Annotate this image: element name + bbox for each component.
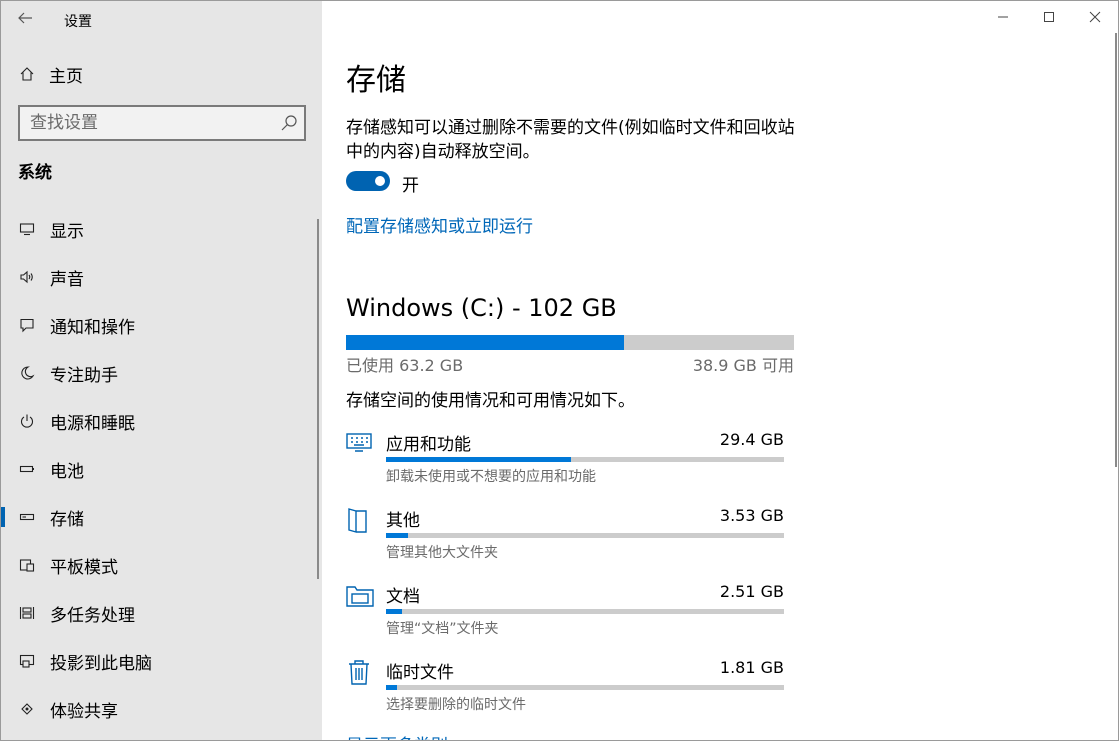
home-nav-item[interactable]: 主页 <box>1 57 322 91</box>
sidebar-item-focus-assist[interactable]: 专注助手 <box>1 349 322 397</box>
category-size: 3.53 GB <box>719 506 784 525</box>
category-name: 文档 <box>386 587 420 607</box>
search-box[interactable] <box>18 105 306 141</box>
sidebar-item-label: 多任务处理 <box>50 605 135 626</box>
category-description: 选择要删除的临时文件 <box>386 697 526 713</box>
projector-icon <box>17 651 37 671</box>
storage-icon <box>17 507 37 527</box>
drive-usage-bar <box>346 335 794 350</box>
toggle-state-label: 开 <box>402 176 419 196</box>
search-icon[interactable] <box>280 114 298 132</box>
category-size: 2.51 GB <box>719 582 784 601</box>
sidebar-item-shared-experiences[interactable]: 体验共享 <box>1 685 322 733</box>
section-title: 系统 <box>18 163 52 183</box>
sidebar-item-label: 存储 <box>50 509 84 530</box>
category-usage-fill <box>386 685 398 690</box>
sidebar: 设置 主页 系统 显示 <box>1 1 322 740</box>
category-size: 1.81 GB <box>719 658 784 677</box>
main-scrollbar[interactable] <box>1115 33 1117 467</box>
title-bar: 设置 <box>1 1 322 41</box>
home-label: 主页 <box>49 66 83 87</box>
sidebar-item-label: 体验共享 <box>50 701 118 722</box>
category-apps[interactable]: 应用和功能 29.4 GB 卸载未使用或不想要的应用和功能 <box>346 430 786 490</box>
speaker-icon <box>17 267 37 287</box>
nav-list: 显示 声音 通知和操作 专注助手 电源和睡眠 电池 存储 平板模式 多任务处理 … <box>1 205 322 733</box>
configure-storage-sense-link[interactable]: 配置存储感知或立即运行 <box>346 212 533 237</box>
category-name: 应用和功能 <box>386 435 471 455</box>
drive-title: Windows (C:) - 102 GB <box>346 294 617 322</box>
sidebar-scrollbar[interactable] <box>317 219 319 579</box>
sidebar-item-display[interactable]: 显示 <box>1 205 322 253</box>
category-other[interactable]: 其他 3.53 GB 管理其他大文件夹 <box>346 506 786 566</box>
documents-icon <box>346 582 374 610</box>
sidebar-item-label: 电源和睡眠 <box>50 413 135 434</box>
sidebar-item-label: 通知和操作 <box>50 317 135 338</box>
free-space-label: 38.9 GB 可用 <box>692 356 794 375</box>
back-arrow-icon <box>18 12 32 24</box>
battery-icon <box>17 459 37 479</box>
category-description: 管理其他大文件夹 <box>386 545 498 561</box>
notification-icon <box>17 315 37 335</box>
category-usage-bar <box>386 533 784 538</box>
category-usage-bar <box>386 609 784 614</box>
sidebar-item-notifications[interactable]: 通知和操作 <box>1 301 322 349</box>
sidebar-item-label: 平板模式 <box>50 557 118 578</box>
sidebar-item-multitasking[interactable]: 多任务处理 <box>1 589 322 637</box>
category-name: 其他 <box>386 511 420 531</box>
sidebar-item-power-sleep[interactable]: 电源和睡眠 <box>1 397 322 445</box>
search-input[interactable] <box>20 107 270 139</box>
toggle-knob <box>375 176 385 186</box>
category-temporary-files[interactable]: 临时文件 1.81 GB 选择要删除的临时文件 <box>346 658 786 718</box>
category-description: 管理“文档”文件夹 <box>386 621 499 637</box>
category-usage-fill <box>386 609 402 614</box>
sidebar-item-label: 显示 <box>50 221 84 242</box>
usage-description: 存储空间的使用情况和可用情况如下。 <box>346 391 635 411</box>
sidebar-item-sound[interactable]: 声音 <box>1 253 322 301</box>
sidebar-item-battery[interactable]: 电池 <box>1 445 322 493</box>
home-icon <box>17 64 37 84</box>
main-content: 存储 存储感知可以通过删除不需要的文件(例如临时文件和回收站中的内容)自动释放空… <box>346 1 1106 740</box>
show-more-categories-link[interactable]: 显示更多类别 <box>346 731 448 740</box>
settings-window: 设置 主页 系统 显示 <box>0 0 1119 741</box>
category-documents[interactable]: 文档 2.51 GB 管理“文档”文件夹 <box>346 582 786 642</box>
drive-usage-fill <box>346 335 624 350</box>
storage-sense-description: 存储感知可以通过删除不需要的文件(例如临时文件和回收站中的内容)自动释放空间。 <box>346 118 795 162</box>
multitask-icon <box>17 603 37 623</box>
sidebar-item-label: 投影到此电脑 <box>50 653 152 674</box>
power-icon <box>17 411 37 431</box>
category-usage-fill <box>386 533 409 538</box>
category-usage-fill <box>386 457 572 462</box>
back-button[interactable] <box>11 5 39 31</box>
category-size: 29.4 GB <box>719 430 784 449</box>
page-title: 存储 <box>346 63 406 98</box>
trash-icon <box>346 658 372 686</box>
tablet-icon <box>17 555 37 575</box>
share-icon <box>17 699 37 719</box>
apps-icon <box>346 430 372 458</box>
sidebar-item-label: 专注助手 <box>50 365 118 386</box>
sidebar-item-label: 声音 <box>50 269 84 290</box>
monitor-icon <box>17 219 37 239</box>
category-usage-bar <box>386 457 784 462</box>
app-title: 设置 <box>64 14 92 30</box>
sidebar-item-storage[interactable]: 存储 <box>1 493 322 541</box>
category-description: 卸载未使用或不想要的应用和功能 <box>386 469 596 485</box>
storage-sense-toggle[interactable] <box>346 171 390 191</box>
used-space-label: 已使用 63.2 GB <box>346 356 464 375</box>
other-icon <box>346 506 372 534</box>
category-name: 临时文件 <box>386 663 454 683</box>
sidebar-item-tablet-mode[interactable]: 平板模式 <box>1 541 322 589</box>
sidebar-item-label: 电池 <box>50 461 84 482</box>
moon-icon <box>17 363 37 383</box>
category-usage-bar <box>386 685 784 690</box>
sidebar-item-project-to-pc[interactable]: 投影到此电脑 <box>1 637 322 685</box>
